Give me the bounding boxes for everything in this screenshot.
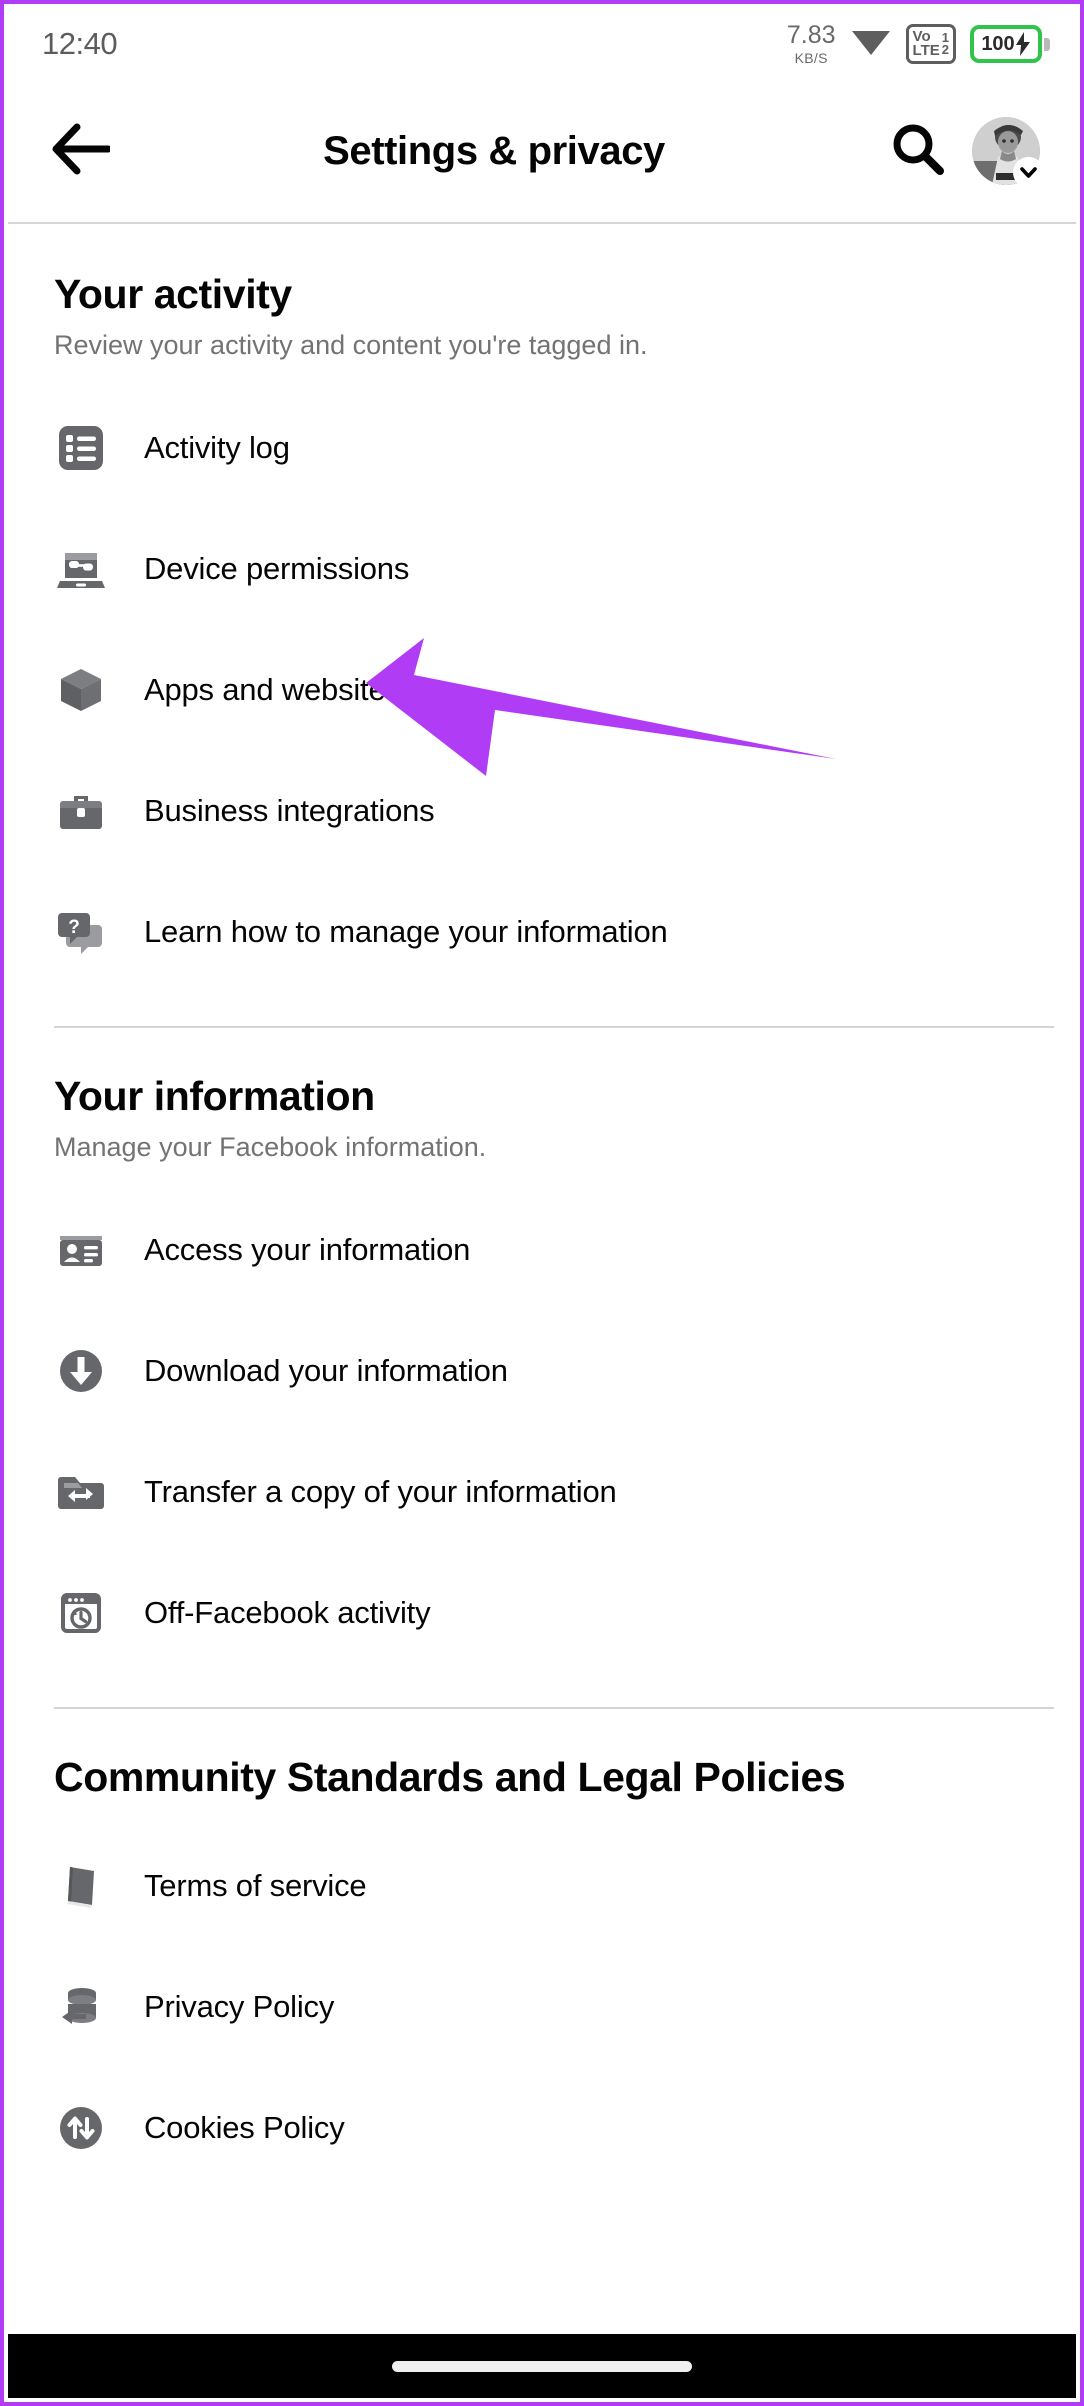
row-business-integrations[interactable]: Business integrations: [8, 751, 1076, 872]
section-your-activity: Your activity Review your activity and c…: [8, 271, 1076, 1028]
section-rows: Activity log Device permissions Apps and…: [8, 388, 1076, 993]
folder-transfer-icon: [54, 1465, 108, 1519]
network-speed-indicator: 7.83 KB/S: [786, 21, 836, 66]
row-transfer-a-copy[interactable]: Transfer a copy of your information: [8, 1432, 1076, 1553]
laptop-icon: [54, 542, 108, 596]
row-label: Privacy Policy: [144, 1988, 335, 2024]
row-label: Download your information: [144, 1353, 508, 1389]
avatar-button[interactable]: [972, 117, 1044, 188]
row-label: Transfer a copy of your information: [144, 1474, 617, 1510]
cube-icon: [54, 663, 108, 717]
question-bubble-icon: ?: [54, 905, 108, 959]
system-navigation-bar: [8, 2334, 1076, 2398]
search-icon: [890, 121, 946, 182]
status-clock: 12:40: [42, 26, 118, 61]
briefcase-icon: [54, 784, 108, 838]
battery-icon: 100: [970, 25, 1042, 63]
row-cookies-policy[interactable]: Cookies Policy: [8, 2067, 1076, 2188]
status-bar: 12:40 7.83 KB/S Vo LTE 1 2 100: [8, 8, 1076, 80]
charging-bolt-icon: [1015, 32, 1031, 56]
download-circle-icon: [54, 1344, 108, 1398]
row-access-your-information[interactable]: Access your information: [8, 1190, 1076, 1311]
battery-tip: [1044, 37, 1050, 51]
row-off-facebook-activity[interactable]: Off-Facebook activity: [8, 1553, 1076, 1674]
row-device-permissions[interactable]: Device permissions: [8, 509, 1076, 630]
row-label: Device permissions: [144, 551, 410, 587]
row-label: Cookies Policy: [144, 2109, 345, 2145]
row-learn-manage-information[interactable]: ? Learn how to manage your information: [8, 872, 1076, 993]
battery-level-text: 100: [981, 32, 1015, 55]
row-privacy-policy[interactable]: Privacy Policy: [8, 1946, 1076, 2067]
section-title: Your activity: [54, 271, 292, 317]
browser-history-icon: [54, 1586, 108, 1640]
section-header: Your information Manage your Facebook in…: [8, 1072, 1076, 1164]
svg-text:?: ?: [68, 917, 80, 938]
row-download-your-information[interactable]: Download your information: [8, 1311, 1076, 1432]
section-subtitle: Review your activity and content you're …: [54, 330, 648, 361]
list-icon: [54, 421, 108, 475]
chevron-down-icon: [1013, 157, 1044, 188]
volte-icon: Vo LTE 1 2: [905, 24, 956, 64]
settings-content: Your activity Review your activity and c…: [8, 226, 1076, 2334]
section-your-information: Your information Manage your Facebook in…: [8, 1072, 1076, 1709]
row-label: Off-Facebook activity: [144, 1595, 431, 1631]
network-speed-value: 7.83: [786, 21, 836, 49]
row-label: Business integrations: [144, 793, 435, 829]
search-button[interactable]: [886, 119, 950, 183]
page-title: Settings & privacy: [323, 128, 665, 173]
status-icons: 7.83 KB/S Vo LTE 1 2 100: [787, 23, 1050, 65]
home-indicator-pill[interactable]: [392, 2360, 692, 2372]
row-label: Access your information: [144, 1232, 471, 1268]
book-icon: [54, 1859, 108, 1913]
row-activity-log[interactable]: Activity log: [8, 388, 1076, 509]
section-header: Your activity Review your activity and c…: [8, 271, 1076, 362]
arrow-left-icon: [52, 123, 112, 180]
app-header: Settings & privacy: [8, 80, 1076, 224]
row-apps-and-websites[interactable]: Apps and websites: [8, 630, 1076, 751]
row-label: Learn how to manage your information: [144, 914, 668, 950]
row-label: Apps and websites: [144, 672, 401, 708]
back-button[interactable]: [46, 116, 116, 186]
id-card-icon: [54, 1223, 108, 1277]
section-community-standards: Community Standards and Legal Policies T…: [8, 1753, 1076, 2188]
network-speed-unit: KB/S: [794, 50, 828, 66]
volte-sim-2: 2: [941, 42, 949, 57]
section-rows: Terms of service Privacy Policy Cookies …: [8, 1825, 1076, 2188]
section-subtitle: Manage your Facebook information.: [54, 1132, 487, 1163]
database-arrow-icon: [54, 1980, 108, 2034]
section-title: Your information: [54, 1072, 375, 1119]
section-title: Community Standards and Legal Policies: [54, 1753, 846, 1800]
volte-label-bottom: LTE: [912, 42, 940, 59]
transfer-circle-icon: [54, 2101, 108, 2155]
header-actions: [886, 117, 1044, 188]
screenshot-frame: 12:40 7.83 KB/S Vo LTE 1 2 100 Settings …: [0, 0, 1084, 2406]
section-rows: Access your information Download your in…: [8, 1190, 1076, 1674]
battery-indicator: 100: [970, 25, 1050, 63]
row-label: Activity log: [144, 430, 290, 466]
page-title-container: Settings & privacy: [116, 129, 886, 174]
section-header: Community Standards and Legal Policies: [8, 1753, 1076, 1800]
row-label: Terms of service: [144, 1867, 367, 1903]
wifi-icon: [850, 25, 892, 64]
row-terms-of-service[interactable]: Terms of service: [8, 1825, 1076, 1946]
